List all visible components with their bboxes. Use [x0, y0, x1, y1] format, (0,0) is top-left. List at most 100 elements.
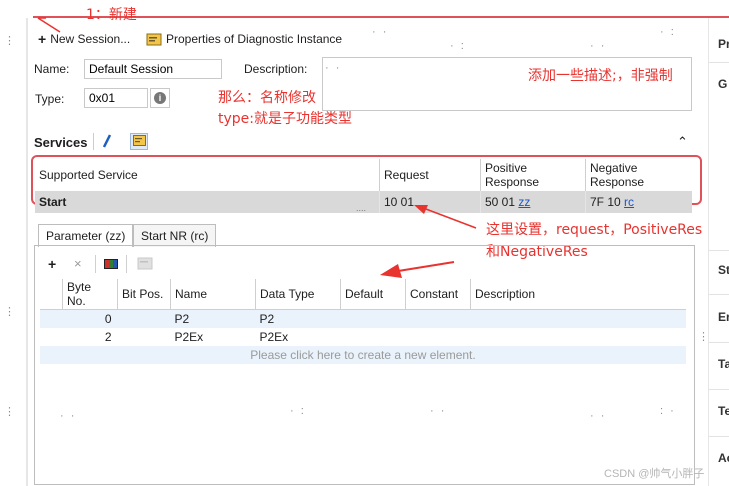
services-title: Services [34, 135, 88, 150]
column-header[interactable]: Constant [405, 279, 471, 310]
plus-icon: + [38, 31, 47, 47]
negative-value: 7F 10 [590, 195, 621, 209]
tab-parameter[interactable]: Parameter (zz) [38, 224, 134, 247]
tab-start-nr[interactable]: Start NR (rc) [133, 224, 217, 247]
annotation-description: 添加一些描述;，非强制 [528, 68, 673, 84]
right-panel-border [708, 18, 709, 486]
column-header[interactable]: Request [379, 159, 481, 191]
column-header[interactable]: Description [470, 279, 686, 310]
edit-service-button[interactable] [101, 133, 113, 152]
row-selector[interactable] [40, 309, 63, 328]
decoration-dots: ⋮ [4, 406, 17, 418]
annotation-arrow-services [414, 205, 477, 229]
divider [95, 255, 96, 273]
type-info-button[interactable]: i [150, 88, 170, 108]
description-label: Description: [244, 62, 308, 76]
name-cell: P2 [170, 309, 256, 328]
byte-no-cell: 2 [104, 330, 112, 344]
column-header[interactable]: Name [170, 279, 256, 310]
divider [709, 389, 729, 390]
collapse-chevron-icon[interactable]: ⌃ [677, 134, 688, 150]
divider [709, 436, 729, 437]
plus-icon: + [48, 256, 57, 272]
name-input[interactable] [84, 59, 222, 79]
new-element-hint[interactable]: Please click here to create a new elemen… [40, 346, 686, 364]
column-header[interactable]: Supported Service [35, 159, 380, 191]
table-row[interactable]: 0 P2 P2 [40, 309, 686, 328]
new-element-row[interactable]: Please click here to create a new elemen… [40, 346, 686, 364]
decoration-dots: · · [372, 26, 389, 38]
properties-label: Properties of Diagnostic Instance [166, 32, 343, 46]
service-name: Start [35, 191, 380, 213]
divider [709, 294, 729, 295]
column-header[interactable]: Data Type [255, 279, 341, 310]
divider [709, 62, 729, 63]
default-cell [340, 309, 406, 328]
column-header[interactable]: Bit Pos. [117, 279, 171, 310]
new-session-label: New Session... [50, 32, 131, 46]
type-input[interactable] [84, 88, 148, 108]
close-icon: × [74, 256, 82, 271]
splitter-handle[interactable]: .... [356, 203, 366, 213]
parameter-header-row: Byte No. Bit Pos. Name Data Type Default… [40, 279, 686, 310]
negative-link[interactable]: rc [624, 195, 634, 209]
annotation-new: 1：新建 [86, 7, 137, 23]
divider [126, 255, 127, 273]
column-header[interactable]: Byte No. [62, 279, 118, 310]
decoration-dots: · : [450, 40, 466, 52]
divider [709, 342, 729, 343]
pencil-icon [101, 134, 113, 152]
properties-icon [132, 134, 146, 149]
parameter-properties-button[interactable] [137, 256, 153, 273]
constant-cell [405, 309, 471, 328]
right-panel-item[interactable]: Te [718, 404, 729, 418]
annotation-type: type:就是子功能类型 [218, 111, 352, 127]
decoration-dots: ⋮ [4, 306, 17, 318]
top-red-line [33, 16, 729, 18]
new-session-button[interactable]: + New Session... [38, 31, 130, 47]
column-header[interactable]: Negative Response [585, 159, 692, 191]
service-negative: 7F 10 rc [586, 191, 693, 213]
right-panel-item[interactable]: Pr [718, 37, 729, 51]
column-header[interactable]: Positive Response [480, 159, 586, 191]
decoration-dots: · · [590, 40, 607, 52]
delete-parameter-button[interactable]: × [74, 256, 82, 271]
divider [709, 250, 729, 251]
right-panel-item[interactable]: Ac [718, 451, 729, 465]
right-panel-item[interactable]: Ta [718, 357, 729, 371]
bit-pos-cell [117, 309, 171, 328]
services-header-row: Supported Service Request Positive Respo… [35, 159, 692, 191]
decoration-dots: · : [660, 26, 676, 38]
add-parameter-button[interactable]: + [48, 256, 56, 272]
color-bar-icon [104, 258, 118, 272]
name-cell: P2Ex [174, 330, 204, 344]
right-panel-item[interactable]: St [718, 263, 729, 277]
right-panel-item[interactable]: Er [718, 310, 729, 324]
properties-icon [137, 257, 153, 273]
parameter-table: Byte No. Bit Pos. Name Data Type Default… [40, 279, 686, 364]
description-cell [470, 309, 686, 328]
default-cell [341, 328, 406, 346]
row-selector[interactable] [40, 328, 63, 346]
data-type-cell: P2 [255, 309, 341, 328]
properties-button[interactable]: Properties of Diagnostic Instance [146, 31, 342, 47]
decoration-dots: ⋮ [4, 35, 17, 47]
watermark: CSDN @帅气小胖子 [604, 468, 705, 480]
constant-cell [406, 328, 471, 346]
right-panel-item[interactable]: G [718, 77, 727, 91]
data-type-cell: P2Ex [259, 330, 289, 344]
type-editor-button[interactable] [104, 258, 118, 272]
annotation-name: 那么：名称修改 [218, 90, 316, 106]
positive-link[interactable]: zz [518, 195, 530, 209]
positive-value: 50 01 [485, 195, 516, 209]
decoration-dots: · · [325, 62, 342, 74]
byte-no-cell: 0 [62, 309, 118, 328]
service-positive: 50 01 zz [480, 191, 586, 213]
type-label: Type: [35, 92, 65, 106]
left-panel-border [26, 18, 28, 486]
divider [93, 133, 94, 150]
table-row[interactable]: 2 P2Ex P2Ex [40, 328, 686, 346]
service-properties-button[interactable] [130, 133, 148, 150]
properties-icon [146, 31, 162, 47]
column-header[interactable]: Default [340, 279, 406, 310]
